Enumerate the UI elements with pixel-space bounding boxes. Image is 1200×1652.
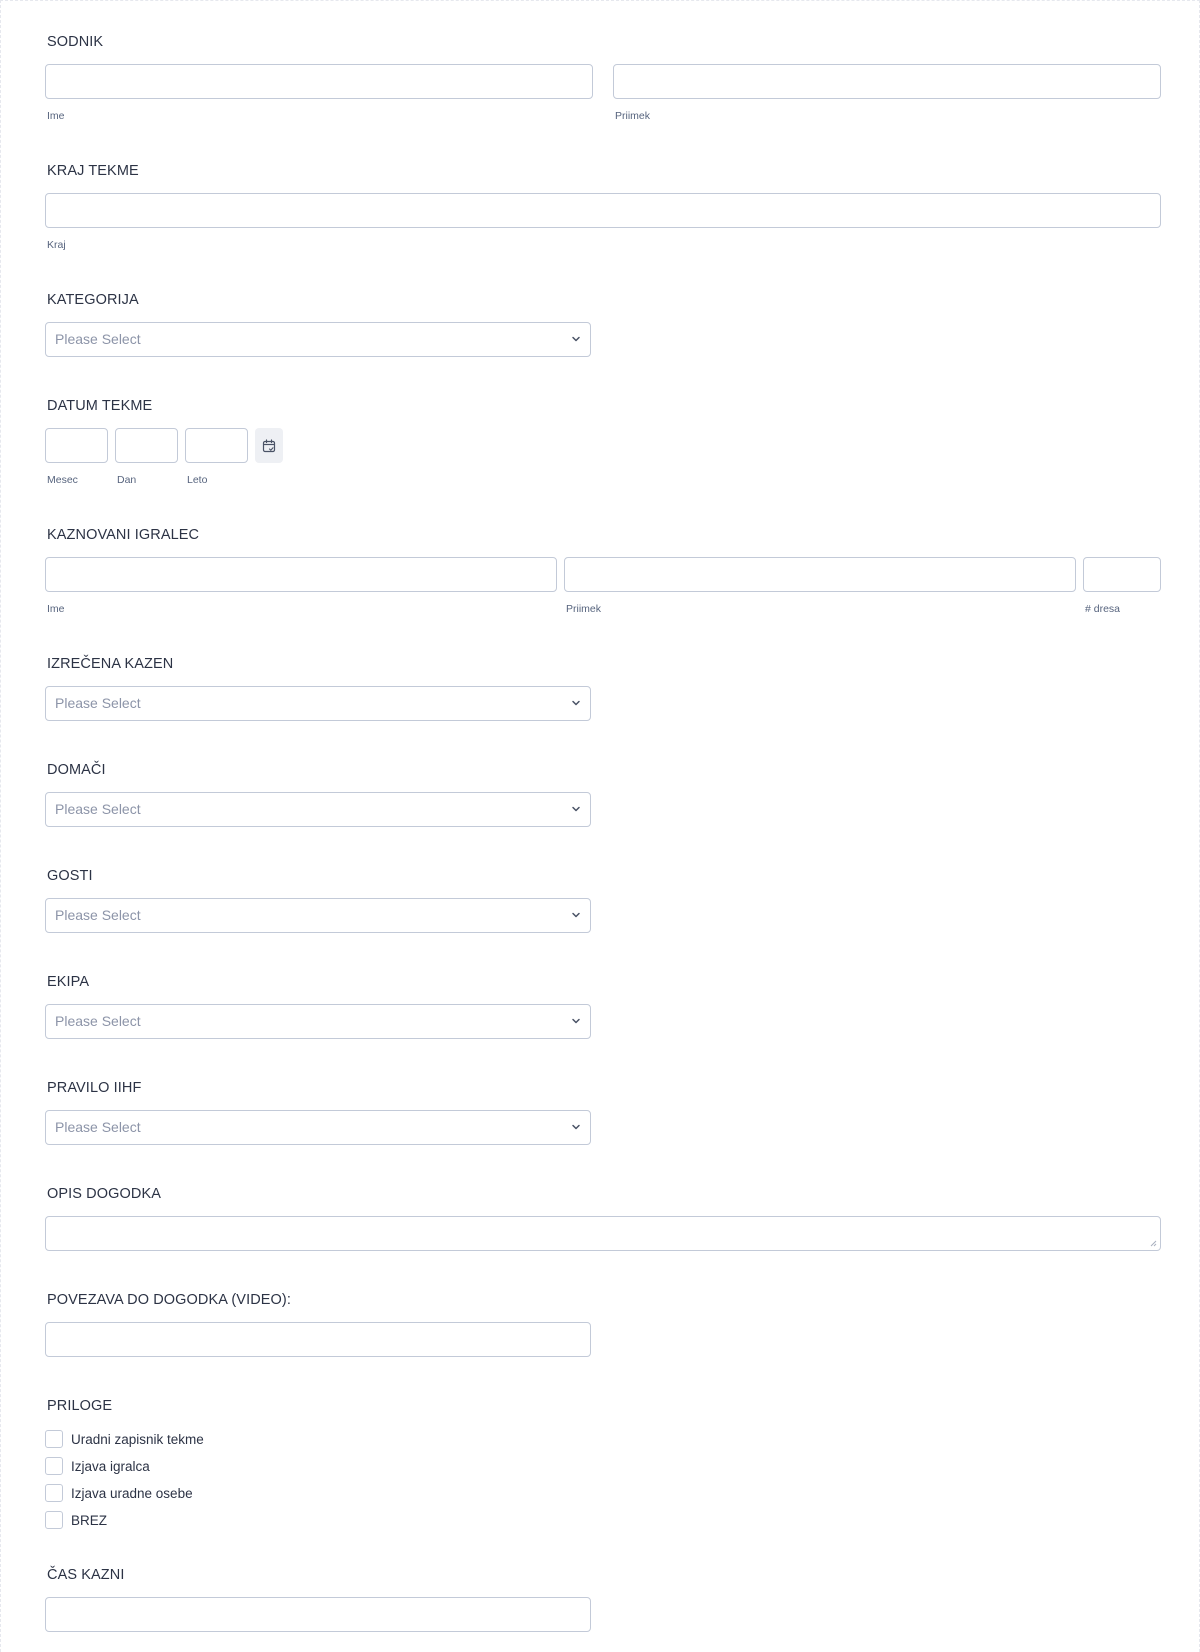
- checkbox-label[interactable]: Uradni zapisnik tekme: [71, 1432, 204, 1447]
- select-value: Please Select: [55, 331, 141, 347]
- izrecena-kazen-select[interactable]: Please Select: [45, 686, 591, 721]
- sublabel-sodnik-last-name: Priimek: [615, 110, 651, 122]
- sodnik-last-name-input[interactable]: [613, 64, 1161, 99]
- chevron-down-icon: [572, 336, 580, 342]
- chevron-down-icon: [572, 1124, 580, 1130]
- checkbox-label[interactable]: Izjava uradne osebe: [71, 1486, 193, 1501]
- month-input[interactable]: [45, 428, 108, 463]
- label-datum-tekme: DATUM TEKME: [47, 398, 153, 414]
- igralec-first-name-input[interactable]: [45, 557, 557, 592]
- sublabel-sodnik-first-name: Ime: [47, 110, 65, 122]
- label-gosti: GOSTI: [47, 868, 93, 884]
- ekipa-select[interactable]: Please Select: [45, 1004, 591, 1039]
- day-input[interactable]: [115, 428, 178, 463]
- select-value: Please Select: [55, 907, 141, 923]
- select-value: Please Select: [55, 1013, 141, 1029]
- label-kaznovani-igralec: KAZNOVANI IGRALEC: [47, 527, 200, 543]
- sublabel-kraj: Kraj: [47, 239, 66, 251]
- gosti-select[interactable]: Please Select: [45, 898, 591, 933]
- sublabel-igralec-last-name: Priimek: [566, 603, 602, 615]
- select-value: Please Select: [55, 695, 141, 711]
- chevron-down-icon: [572, 700, 580, 706]
- label-domaci: DOMAČI: [47, 762, 106, 778]
- calendar-button[interactable]: [255, 428, 283, 463]
- opis-dogodka-textarea[interactable]: [45, 1216, 1161, 1251]
- checkbox-option[interactable]: Izjava igralca: [45, 1457, 150, 1475]
- label-povezava: POVEZAVA DO DOGODKA (VIDEO):: [47, 1292, 291, 1308]
- kraj-input[interactable]: [45, 193, 1161, 228]
- sublabel-year: Leto: [187, 474, 208, 486]
- resize-handle-icon[interactable]: [1149, 1239, 1157, 1247]
- sublabel-day: Dan: [117, 474, 137, 486]
- pravilo-iihf-select[interactable]: Please Select: [45, 1110, 591, 1145]
- select-value: Please Select: [55, 1119, 141, 1135]
- povezava-input[interactable]: [45, 1322, 591, 1357]
- year-input[interactable]: [185, 428, 248, 463]
- checkbox[interactable]: [45, 1457, 63, 1475]
- checkbox-label[interactable]: Izjava igralca: [71, 1459, 150, 1474]
- domaci-select[interactable]: Please Select: [45, 792, 591, 827]
- checkbox-option[interactable]: BREZ: [45, 1511, 107, 1529]
- chevron-down-icon: [572, 912, 580, 918]
- sublabel-jersey-number: # dresa: [1085, 603, 1121, 615]
- checkbox[interactable]: [45, 1430, 63, 1448]
- label-pravilo-iihf: PRAVILO IIHF: [47, 1080, 142, 1096]
- label-kategorija: KATEGORIJA: [47, 292, 139, 308]
- igralec-last-name-input[interactable]: [564, 557, 1076, 592]
- select-value: Please Select: [55, 801, 141, 817]
- label-cas-kazni: ČAS KAZNI: [47, 1567, 125, 1583]
- sodnik-first-name-input[interactable]: [45, 64, 593, 99]
- label-izrecena-kazen: IZREČENA KAZEN: [47, 656, 174, 672]
- label-opis-dogodka: OPIS DOGODKA: [47, 1186, 161, 1202]
- checkbox-option[interactable]: Uradni zapisnik tekme: [45, 1430, 204, 1448]
- sublabel-month: Mesec: [47, 474, 78, 486]
- chevron-down-icon: [572, 806, 580, 812]
- checkbox[interactable]: [45, 1484, 63, 1502]
- label-priloge: PRILOGE: [47, 1398, 113, 1414]
- label-ekipa: EKIPA: [47, 974, 90, 990]
- checkbox-option[interactable]: Izjava uradne osebe: [45, 1484, 193, 1502]
- chevron-down-icon: [572, 1018, 580, 1024]
- checkbox-label[interactable]: BREZ: [71, 1513, 107, 1528]
- cas-kazni-input[interactable]: [45, 1597, 591, 1632]
- calendar-icon: [262, 438, 276, 452]
- jersey-number-input[interactable]: [1083, 557, 1161, 592]
- label-sodnik: SODNIK: [47, 34, 104, 50]
- checkbox[interactable]: [45, 1511, 63, 1529]
- sublabel-igralec-first-name: Ime: [47, 603, 65, 615]
- kategorija-select[interactable]: Please Select: [45, 322, 591, 357]
- label-kraj-tekme: KRAJ TEKME: [47, 163, 139, 179]
